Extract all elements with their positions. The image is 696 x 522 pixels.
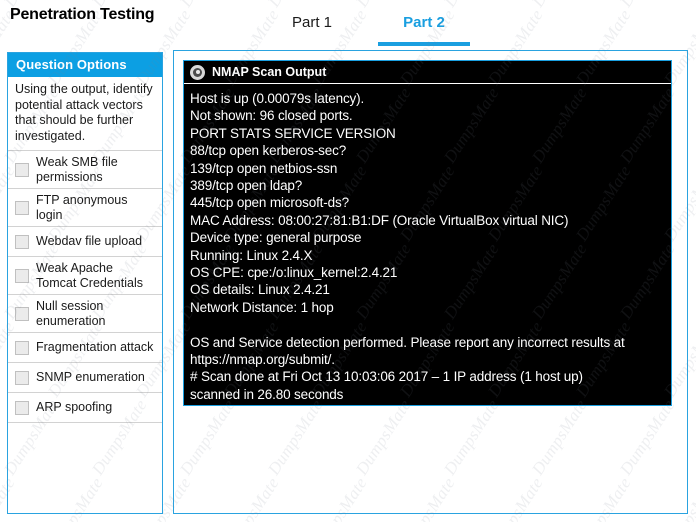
terminal-line: Host is up (0.00079s latency). (190, 90, 666, 107)
terminal-line: 139/tcp open netbios-ssn (190, 160, 666, 177)
watermark-text: DumpsMate (264, 0, 328, 11)
terminal-line: MAC Address: 08:00:27:81:B1:DF (Oracle V… (190, 212, 666, 229)
checkbox-icon[interactable] (15, 371, 29, 385)
terminal-line: 445/tcp open microsoft-ds? (190, 194, 666, 211)
checkbox-icon[interactable] (15, 163, 29, 177)
question-options-title: Question Options (8, 53, 162, 77)
option-row[interactable]: Weak Apache Tomcat Credentials (8, 257, 162, 295)
option-row[interactable]: FTP anonymous login (8, 189, 162, 227)
terminal-line: # Scan done at Fri Oct 13 10:03:06 2017 … (190, 368, 666, 385)
watermark-text: DumpsMate (528, 0, 592, 11)
checkbox-icon[interactable] (15, 235, 29, 249)
option-label: Weak Apache Tomcat Credentials (36, 261, 156, 290)
terminal-line: Network Distance: 1 hop (190, 299, 666, 316)
active-tab-indicator (378, 42, 470, 46)
terminal-output: Host is up (0.00079s latency).Not shown:… (184, 84, 671, 403)
content-panel: NMAP Scan Output Host is up (0.00079s la… (173, 50, 688, 514)
terminal-line: 389/tcp open ldap? (190, 177, 666, 194)
terminal-line: 88/tcp open kerberos-sec? (190, 142, 666, 159)
checkbox-icon[interactable] (15, 401, 29, 415)
option-row[interactable]: Fragmentation attack (8, 333, 162, 363)
checkbox-icon[interactable] (15, 341, 29, 355)
option-row[interactable]: Null session enumeration (8, 295, 162, 333)
watermark-text: DumpsMate (616, 0, 680, 11)
terminal-line: PORT STATS SERVICE VERSION (190, 125, 666, 142)
question-options-panel: Question Options Using the output, ident… (7, 52, 163, 514)
watermark-text: DumpsMate (352, 0, 416, 11)
question-prompt: Using the output, identify potential att… (8, 77, 162, 151)
watermark-text: DumpsMate (176, 0, 240, 11)
terminal-line: OS CPE: cpe:/o:linux_kernel:2.4.21 (190, 264, 666, 281)
option-label: SNMP enumeration (36, 370, 145, 385)
terminal-line: Device type: general purpose (190, 229, 666, 246)
page-title: Penetration Testing (10, 6, 154, 24)
checkbox-icon[interactable] (15, 201, 29, 215)
disc-icon (190, 65, 205, 80)
option-label: Null session enumeration (36, 299, 156, 328)
watermark-text: DumpsMate (440, 0, 504, 11)
option-label: ARP spoofing (36, 400, 112, 415)
terminal-line: https://nmap.org/submit/. (190, 351, 666, 368)
terminal-line: OS details: Linux 2.4.21 (190, 281, 666, 298)
option-row[interactable]: Webdav file upload (8, 227, 162, 257)
option-row[interactable]: Weak SMB file permissions (8, 151, 162, 189)
terminal-title: NMAP Scan Output (212, 65, 326, 79)
checkbox-icon[interactable] (15, 307, 29, 321)
option-label: FTP anonymous login (36, 193, 156, 222)
checkbox-icon[interactable] (15, 269, 29, 283)
option-row[interactable]: SNMP enumeration (8, 363, 162, 393)
option-list: Weak SMB file permissions FTP anonymous l… (8, 151, 162, 423)
tab-bar: Part 1 Part 2 (250, 14, 550, 50)
option-label: Webdav file upload (36, 234, 142, 249)
nmap-scan-output-window: NMAP Scan Output Host is up (0.00079s la… (183, 60, 672, 406)
tab-part-1[interactable]: Part 1 (272, 14, 352, 37)
terminal-titlebar: NMAP Scan Output (184, 61, 671, 84)
terminal-blank-line (190, 316, 666, 333)
tab-part-2[interactable]: Part 2 (375, 14, 473, 37)
option-label: Fragmentation attack (36, 340, 153, 355)
terminal-line: OS and Service detection performed. Plea… (190, 334, 666, 351)
terminal-line: Running: Linux 2.4.X (190, 247, 666, 264)
option-label: Weak SMB file permissions (36, 155, 156, 184)
option-row[interactable]: ARP spoofing (8, 393, 162, 423)
terminal-line: scanned in 26.80 seconds (190, 386, 666, 403)
terminal-line: Not shown: 96 closed ports. (190, 107, 666, 124)
